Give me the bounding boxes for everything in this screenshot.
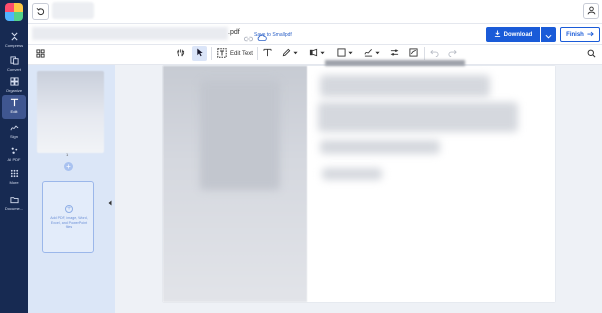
download-icon [494, 30, 501, 39]
rail-documents[interactable]: Docume... [0, 192, 28, 216]
toolbar-divider [424, 47, 425, 60]
chevron-down-icon [545, 26, 552, 44]
download-button[interactable]: Download [486, 27, 540, 42]
plus-icon: + [66, 162, 71, 171]
signature-tool-button[interactable] [361, 46, 383, 61]
rail-documents-label: Docume... [4, 206, 24, 211]
ai-sparkle-icon [8, 145, 20, 156]
cursor-arrow-icon [196, 48, 204, 59]
pen-icon [282, 48, 291, 59]
account-button[interactable] [583, 3, 599, 19]
toolbar-divider [257, 47, 258, 60]
app-root: Compress Convert Organize Edit Sign AI P… [0, 0, 602, 313]
user-icon [587, 2, 596, 20]
documents-icon [8, 194, 20, 205]
draw-tool-button[interactable] [279, 46, 301, 61]
redacted-image-block [200, 80, 280, 190]
toolbar-divider [211, 47, 212, 60]
redacted-text-block [320, 75, 490, 97]
compress-icon [8, 31, 20, 42]
download-options-button[interactable] [541, 27, 556, 42]
grid-view-icon [36, 45, 45, 63]
add-text-button[interactable] [260, 46, 274, 61]
redacted-text-block [320, 140, 440, 154]
page-grid-button[interactable] [33, 46, 48, 61]
highlighter-icon [309, 48, 318, 59]
redacted-text-block [322, 168, 382, 180]
edit-text-box-icon [217, 47, 227, 60]
rail-compress[interactable]: Compress [0, 29, 28, 53]
organize-icon [8, 76, 20, 87]
edit-text-button[interactable]: Edit Text [214, 46, 256, 61]
rail-ai-pdf-label: AI PDF [7, 157, 21, 162]
undo-icon [430, 49, 439, 59]
more-grid-icon [8, 168, 20, 179]
rail-more[interactable]: More [0, 166, 28, 190]
save-to-smallpdf-link[interactable]: Save to Smallpdf [254, 32, 292, 38]
convert-icon [8, 55, 20, 66]
hand-icon [176, 48, 185, 59]
undo-icon [36, 3, 45, 21]
add-file-icon: + [65, 205, 73, 213]
page-heading-redacted [325, 60, 465, 66]
undo-button[interactable] [428, 46, 441, 61]
redacted-text-block [318, 102, 518, 132]
shape-tool-button[interactable] [334, 46, 356, 61]
app-logo[interactable] [5, 3, 23, 21]
top-bar [28, 0, 602, 24]
left-rail: Compress Convert Organize Edit Sign AI P… [0, 0, 28, 313]
edit-text-label: Edit Text [230, 50, 253, 57]
chevron-down-icon [293, 51, 298, 57]
add-files-text: Add PDF, image, Word, Excel, and PowerPo… [50, 216, 88, 230]
finish-button[interactable]: Finish [560, 27, 600, 42]
signature-pen-icon [364, 48, 373, 59]
redo-icon [448, 49, 457, 59]
rail-organize-label: Organize [5, 88, 23, 93]
search-icon [587, 45, 596, 63]
edit-text-icon [8, 97, 20, 108]
arrow-right-icon [587, 31, 594, 39]
collapse-panel-handle[interactable] [108, 200, 112, 208]
rail-ai-pdf[interactable]: AI PDF [0, 143, 28, 167]
sliders-icon [390, 48, 399, 59]
select-tool-button[interactable] [192, 46, 207, 61]
rail-more-label: More [9, 180, 19, 185]
redo-button[interactable] [446, 46, 459, 61]
document-title-placeholder [52, 2, 94, 19]
page-thumbnail-number: 1 [66, 152, 69, 157]
chevron-down-icon [320, 51, 325, 57]
rail-sign-label: Sign [9, 134, 18, 139]
form-fields-button[interactable] [387, 46, 401, 61]
highlight-tool-button[interactable] [306, 46, 328, 61]
search-button[interactable] [585, 47, 598, 60]
insert-page-button[interactable]: + [64, 162, 73, 171]
hand-tool-button[interactable] [173, 46, 188, 61]
rail-convert-label: Convert [6, 67, 21, 72]
sign-icon [8, 122, 20, 133]
text-t-icon [262, 48, 272, 59]
add-files-dropzone[interactable]: + Add PDF, image, Word, Excel, and Power… [42, 181, 94, 253]
rail-sign[interactable]: Sign [0, 120, 28, 144]
rail-edit[interactable]: Edit [2, 95, 26, 119]
page-thumbnail[interactable] [37, 71, 104, 153]
download-label: Download [503, 31, 533, 38]
undo-history-button[interactable] [32, 3, 49, 20]
image-edit-icon [408, 48, 418, 59]
rail-compress-label: Compress [4, 43, 24, 48]
chevron-down-icon [375, 51, 380, 57]
file-extension: .pdf [228, 29, 240, 36]
image-tool-button[interactable] [406, 46, 420, 61]
finish-label: Finish [566, 31, 584, 38]
rail-edit-label: Edit [10, 109, 18, 114]
chevron-down-icon [348, 51, 353, 57]
rectangle-icon [337, 48, 346, 59]
file-name-redacted [32, 27, 228, 40]
